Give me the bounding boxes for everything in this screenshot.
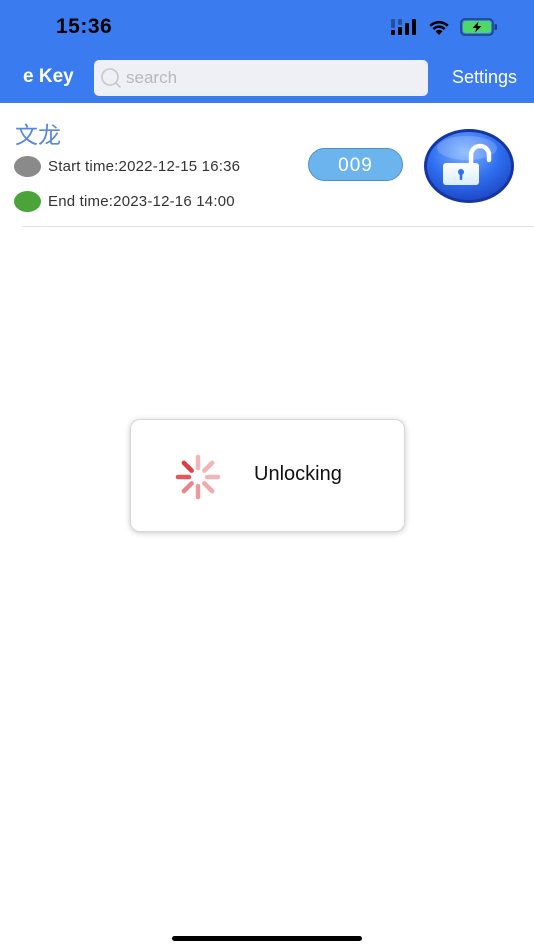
status-time: 15:36 xyxy=(56,15,113,38)
end-time: End time:2023-12-16 14:00 xyxy=(48,193,235,210)
start-time: Start time:2022-12-15 16:36 xyxy=(48,158,241,175)
loading-spinner-icon xyxy=(175,454,221,500)
unlock-padlock-icon[interactable] xyxy=(423,128,515,204)
battery-charging-icon xyxy=(460,18,497,36)
end-status-dot xyxy=(14,191,41,212)
status-icons xyxy=(390,18,498,36)
key-name: 文龙 xyxy=(15,123,61,149)
key-list-item[interactable]: 文龙 Start time:2022-12-15 16:36 End time:… xyxy=(0,103,534,227)
search-input[interactable] xyxy=(126,60,416,96)
search-box[interactable] xyxy=(94,60,428,96)
start-status-dot xyxy=(14,156,41,177)
wifi-icon xyxy=(429,20,449,35)
signal-icon xyxy=(391,19,416,35)
top-bar: 15:36 e Key search Settings xyxy=(0,0,534,103)
list-divider xyxy=(22,226,534,227)
toast-message: Unlocking xyxy=(254,463,342,485)
settings-button[interactable]: Settings xyxy=(452,67,517,88)
key-id-badge: 009 xyxy=(308,148,403,181)
home-indicator[interactable] xyxy=(172,936,362,941)
search-icon xyxy=(101,68,121,88)
app-title: e Key xyxy=(23,66,74,87)
unlocking-toast: Unlocking xyxy=(130,419,405,532)
screen: 15:36 e Key search Settings 文龙 Start tim… xyxy=(0,0,534,950)
